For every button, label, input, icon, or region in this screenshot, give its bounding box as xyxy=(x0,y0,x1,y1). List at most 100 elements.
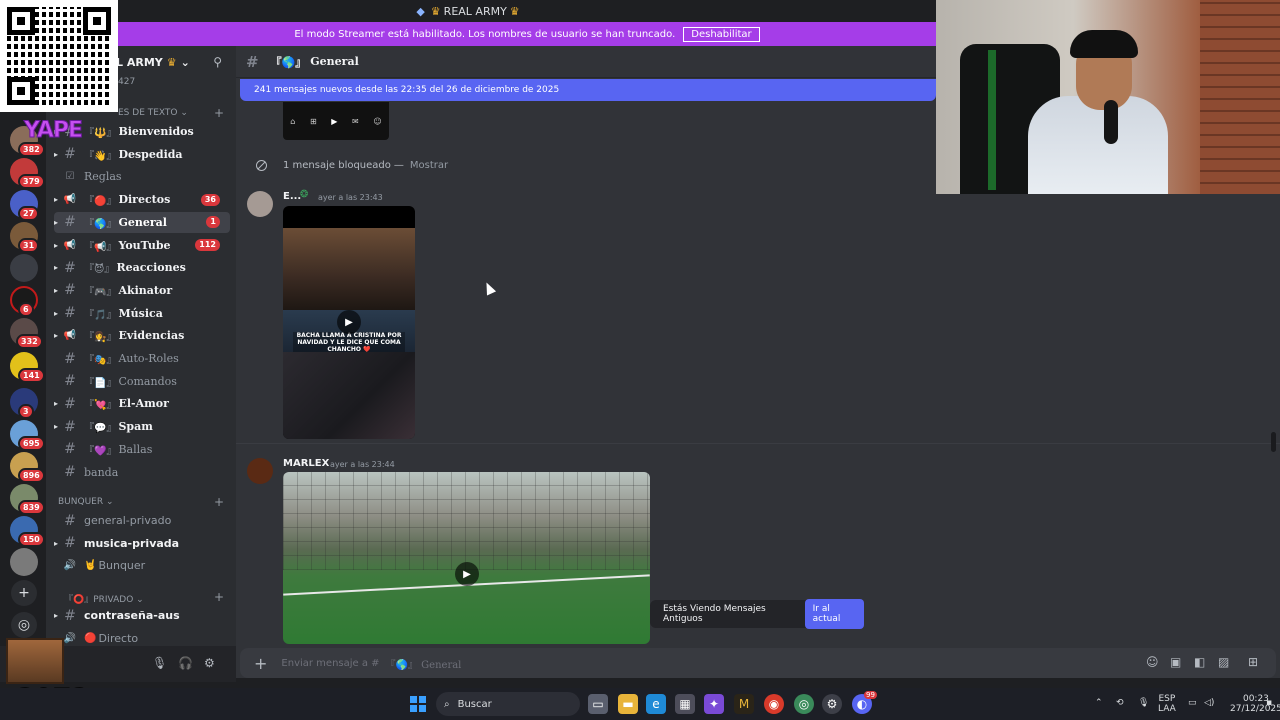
soccer-video[interactable]: ▶ xyxy=(283,472,650,644)
server-badge: 839 xyxy=(18,500,45,515)
channel-item[interactable]: ▸ # 『🌎』 General 1 xyxy=(54,211,230,233)
channel-item[interactable]: # general-privado xyxy=(54,510,230,531)
hash-icon: # xyxy=(64,214,76,231)
add-channel-icon[interactable]: + xyxy=(214,590,224,604)
server-icon[interactable] xyxy=(10,254,38,282)
channel-item[interactable]: ▸ 📢 『👩‍⚖️』 Evidencias xyxy=(54,325,230,346)
channel-item[interactable]: 🔊 🤘 Bunquer xyxy=(54,555,230,576)
voice-channel-icon: 🔊 xyxy=(63,560,77,572)
category-text[interactable]: ES DE TEXTO ⌄ xyxy=(118,108,188,118)
app-icon[interactable]: ⚙ xyxy=(822,694,842,714)
notification-icon[interactable]: ▪ xyxy=(1266,698,1272,708)
new-messages-bar[interactable]: 241 mensajes nuevos desde las 22:35 del … xyxy=(240,79,936,101)
category-bunquer[interactable]: BUNQUER ⌄ xyxy=(58,497,114,507)
add-channel-icon[interactable]: + xyxy=(214,106,224,120)
embed-preview[interactable]: ⌂ ⊞ ▶ ✉ ☺ xyxy=(283,102,389,140)
sync-icon[interactable]: ⟲ xyxy=(1116,698,1124,708)
scrollbar[interactable] xyxy=(1271,432,1276,452)
server-badge: 141 xyxy=(18,368,45,383)
channel-item[interactable]: ▸ 📢 『🔴』 Directos 36 xyxy=(54,189,230,210)
toast-text: Estás Viendo Mensajes Antiguos xyxy=(663,604,766,624)
server-icon[interactable] xyxy=(10,548,38,576)
server-badge: 27 xyxy=(18,206,40,221)
channel-item[interactable]: ☑ Reglas xyxy=(54,166,230,187)
channel-item[interactable]: # banda xyxy=(54,462,230,483)
disable-streamer-button[interactable]: Deshabilitar xyxy=(683,26,760,42)
channel-item[interactable]: # 『💜』 Ballas xyxy=(54,439,230,460)
image-icon[interactable]: ▨ xyxy=(1218,655,1229,669)
channel-item[interactable]: # 『📄』 Comandos xyxy=(54,371,230,392)
avatar[interactable] xyxy=(247,458,273,484)
add-attachment-icon[interactable]: + xyxy=(254,654,267,673)
message-author[interactable]: E... xyxy=(283,191,301,202)
server-badge: 3 xyxy=(18,404,34,419)
channel-emoji: 『🔱』 xyxy=(84,128,117,139)
microphone-icon xyxy=(1104,100,1118,144)
chrome-icon[interactable]: ◉ xyxy=(764,694,784,714)
server-badge: 332 xyxy=(16,334,43,349)
nav-icon: ✉ xyxy=(352,116,359,126)
browser-icon[interactable]: ◎ xyxy=(794,694,814,714)
category-privado[interactable]: 『⭕』PRIVADO ⌄ xyxy=(64,592,144,605)
channel-item[interactable]: ▸ # 『👋』 Despedida xyxy=(54,144,230,165)
store-icon[interactable]: ▦ xyxy=(675,694,695,714)
channel-name: banda xyxy=(84,465,119,479)
streamer-shirt xyxy=(1028,96,1168,194)
jump-to-present-button[interactable]: Ir al actual xyxy=(804,599,864,629)
tiktok-video[interactable]: BACHA LLAMA A CRISTINA POR NAVIDAD Y LE … xyxy=(283,206,415,439)
channel-name: general-privado xyxy=(84,514,172,527)
channel-item[interactable]: ▸ # 『💬』 Spam xyxy=(54,416,230,437)
microphone-icon[interactable]: 🎙 xyxy=(1138,698,1149,708)
windows-start-icon[interactable] xyxy=(410,696,426,712)
play-icon[interactable]: ▶ xyxy=(337,310,361,334)
channel-item[interactable]: ▸ # contraseña-aus xyxy=(54,605,230,626)
sticker-icon[interactable]: ◧ xyxy=(1194,655,1205,669)
server-badge: 695 xyxy=(18,436,45,451)
channel-item[interactable]: ▸ # 『😈』 Reacciones xyxy=(54,257,230,278)
edge-icon[interactable]: e xyxy=(646,694,666,714)
chevron-up-icon[interactable]: ⌃ xyxy=(1095,698,1103,708)
emoji-icon[interactable]: ☺ xyxy=(1146,655,1159,669)
channel-item[interactable]: ▸ # 『💘』 El-Amor xyxy=(54,393,230,414)
microphone-icon[interactable]: 🎙 xyxy=(152,656,167,670)
headphones-icon[interactable]: 🎧 xyxy=(178,656,193,670)
volume-icon[interactable]: ◁) xyxy=(1204,698,1214,708)
settings-gear-icon[interactable]: ⚙ xyxy=(204,656,215,670)
channel-emoji: 『💬』 xyxy=(84,423,117,435)
channel-item[interactable]: ▸ # 『🎵』 Música xyxy=(54,303,230,324)
video-caption: BACHA LLAMA A CRISTINA POR NAVIDAD Y LE … xyxy=(293,332,405,353)
network-icon[interactable]: ▭ xyxy=(1188,698,1197,708)
file-explorer-icon[interactable]: ▬ xyxy=(618,694,638,714)
gif-icon[interactable]: ▣ xyxy=(1170,655,1181,669)
channel-item[interactable]: ▸ # 『🎮』 Akinator xyxy=(54,280,230,301)
channel-name: Directo xyxy=(98,631,139,645)
play-icon[interactable]: ▶ xyxy=(455,562,479,586)
expand-arrow-icon: ▸ xyxy=(54,263,59,273)
add-server-icon[interactable]: + xyxy=(11,580,37,606)
composer-placeholder[interactable]: Enviar mensaje a # xyxy=(281,658,379,669)
channel-item[interactable]: ▸ # musica-privada xyxy=(54,533,230,554)
task-view-icon[interactable]: ▭ xyxy=(588,694,608,714)
channel-item[interactable]: # 『🎭』 Auto-Roles xyxy=(54,348,230,369)
hash-icon: # xyxy=(64,395,76,412)
avatar[interactable] xyxy=(247,191,273,217)
clock[interactable]: 00:23 27/12/2025 xyxy=(1230,694,1280,714)
message-author[interactable]: MARLEX xyxy=(283,458,329,469)
discover-icon[interactable]: ◎ xyxy=(11,612,37,638)
server-badge: 379 xyxy=(18,174,45,189)
server-badge: 382 xyxy=(18,142,45,157)
app-icon[interactable]: M xyxy=(734,694,754,714)
channel-item[interactable]: ▸ 📢 『📢』 YouTube 112 xyxy=(54,235,230,256)
invite-icon[interactable]: ⚲ xyxy=(213,55,222,69)
voice-channel-icon: 🔊 xyxy=(63,632,77,644)
old-messages-toast: Estás Viendo Mensajes Antiguos Ir al act… xyxy=(650,599,864,629)
add-channel-icon[interactable]: + xyxy=(214,495,224,509)
copilot-icon[interactable]: ✦ xyxy=(704,694,724,714)
wall xyxy=(1200,0,1280,194)
taskbar-search[interactable]: ⌕ Buscar xyxy=(436,692,580,716)
gift-icon[interactable]: ⊞ xyxy=(1248,655,1258,669)
show-blocked-link[interactable]: Mostrar xyxy=(410,160,448,171)
language-indicator[interactable]: ESP LAA xyxy=(1158,694,1176,714)
hash-icon: # xyxy=(64,373,76,390)
message-composer[interactable]: + Enviar mensaje a # 『🌎』 General ☺ ▣ ◧ ▨… xyxy=(240,648,1276,678)
